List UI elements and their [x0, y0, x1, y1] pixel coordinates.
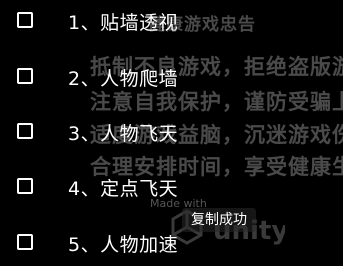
checkbox[interactable]	[17, 68, 33, 84]
menu-item-label: 2、人物爬墙	[68, 68, 179, 90]
menu-item-label: 5、人物加速	[68, 234, 179, 256]
checkbox[interactable]	[17, 12, 33, 28]
checkbox[interactable]	[17, 234, 33, 250]
menu-item-wall-climb[interactable]: 2、人物爬墙	[0, 60, 260, 94]
menu-item-label: 1、贴墙透视	[68, 12, 179, 34]
toast-message: 复制成功	[182, 208, 256, 232]
checkbox[interactable]	[17, 123, 33, 139]
checkbox[interactable]	[17, 178, 33, 194]
menu-item-fixed-point-fly[interactable]: 4、定点飞天	[0, 170, 260, 204]
menu-item-wall-see-through[interactable]: 1、贴墙透视	[0, 4, 260, 38]
app-screen: 健康游戏忠告 抵制不良游戏，拒绝盗版游戏 注意自我保护，谨防受骗上当 适度游戏益…	[0, 0, 343, 266]
menu-item-fly[interactable]: 3、人物飞天	[0, 115, 260, 149]
menu-item-label: 3、人物飞天	[68, 123, 179, 145]
menu-item-label: 4、定点飞天	[68, 178, 179, 200]
